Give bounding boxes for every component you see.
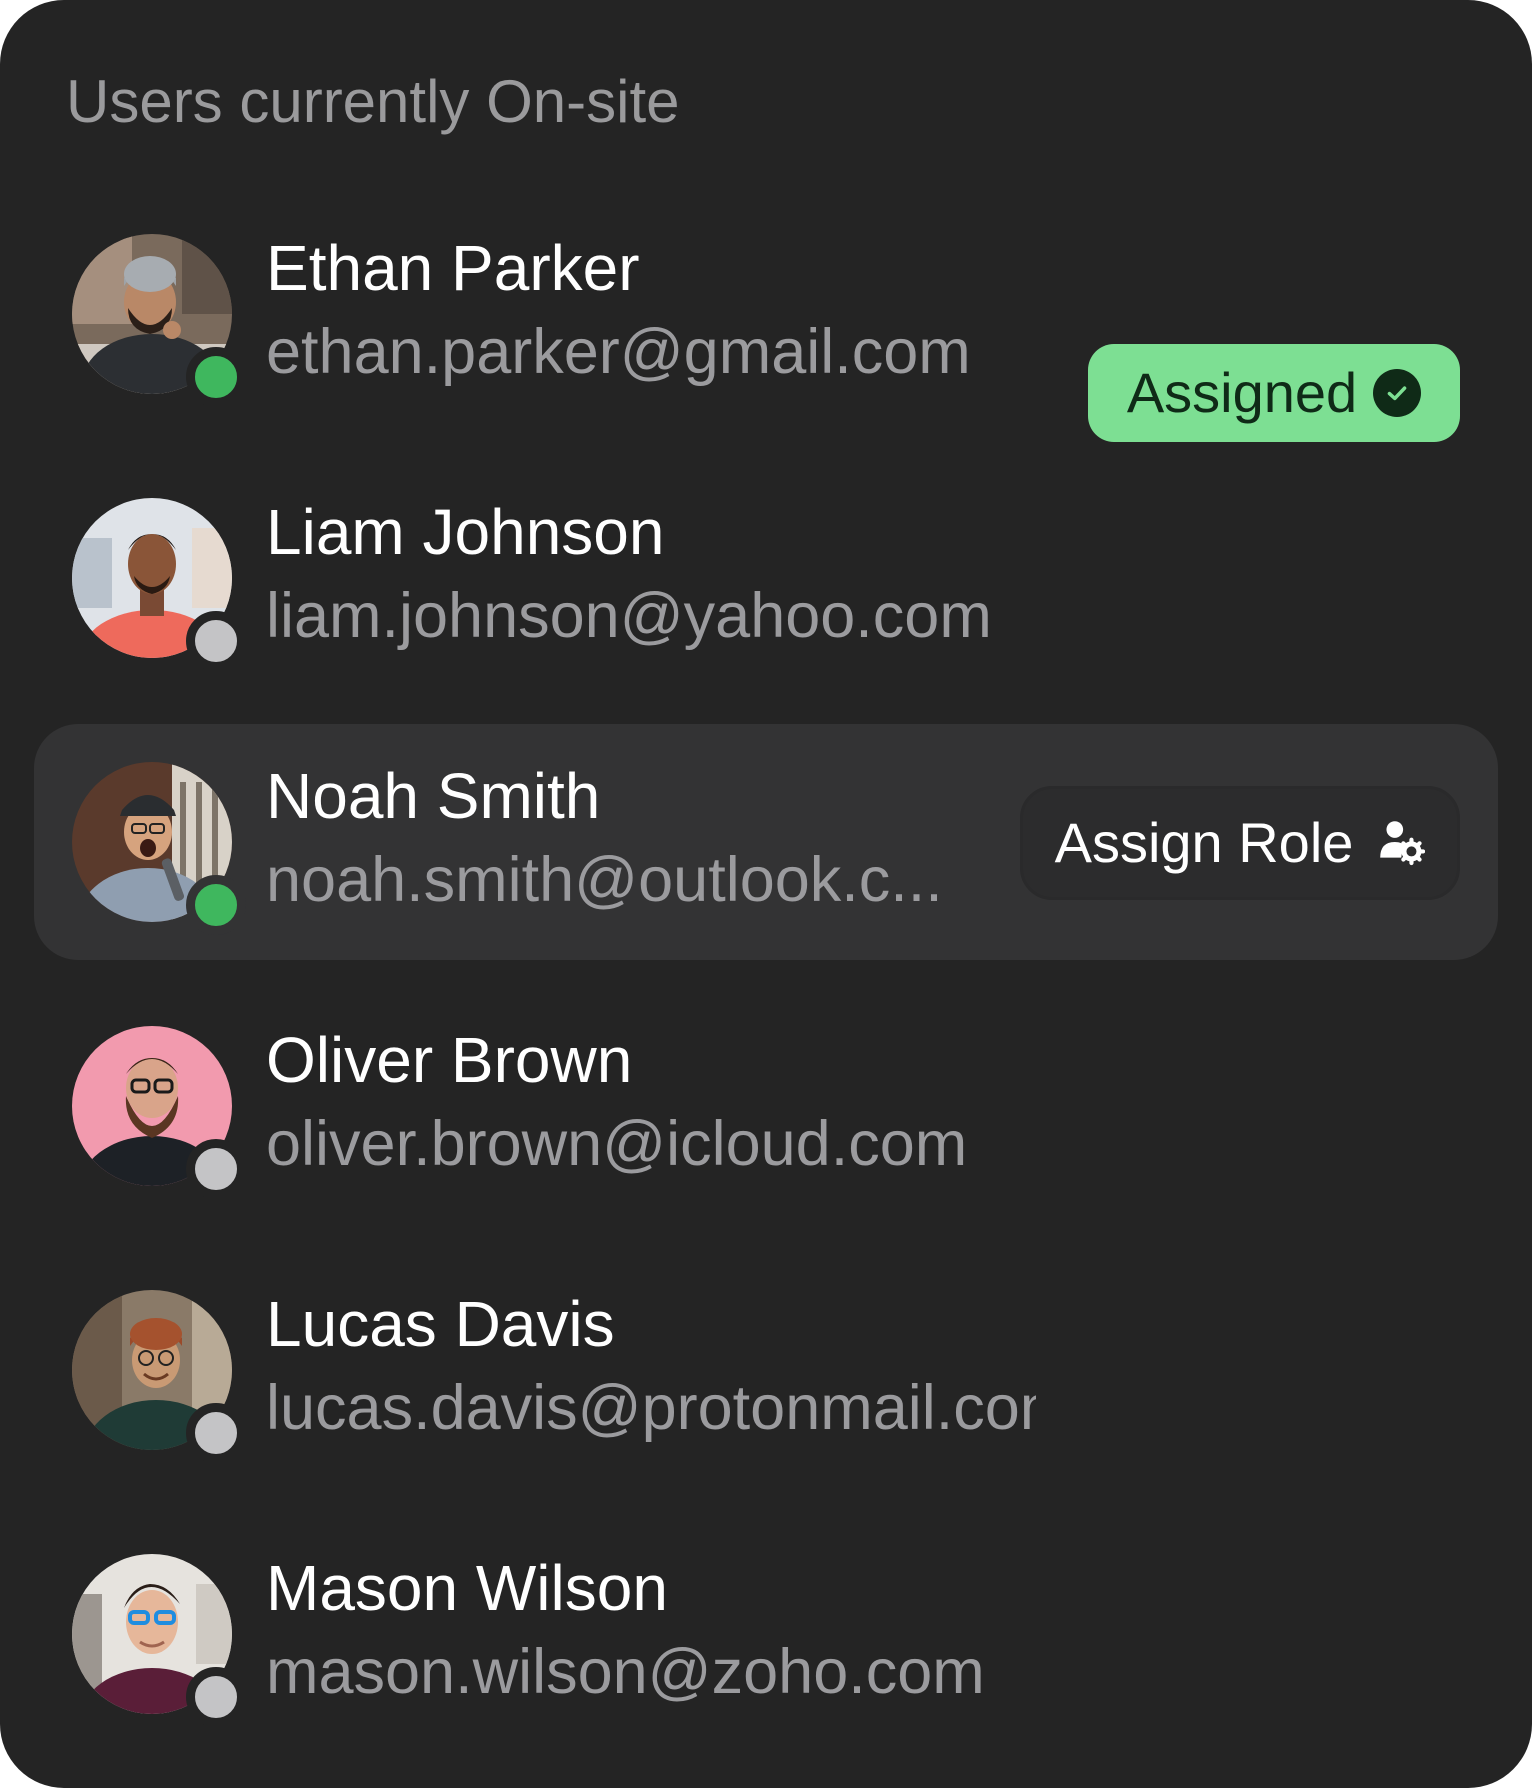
- user-name: Mason Wilson: [266, 1552, 668, 1624]
- user-name: Ethan Parker: [266, 232, 640, 304]
- user-row-ethan-parker[interactable]: Ethan Parker ethan.parker@gmail.com Assi…: [34, 196, 1498, 442]
- status-dot-offline: [186, 1139, 246, 1199]
- check-circle-icon: [1373, 369, 1422, 417]
- avatar-container: [72, 498, 246, 671]
- status-dot-offline: [186, 1667, 246, 1727]
- user-email: mason.wilson@zoho.com: [266, 1637, 985, 1707]
- status-dot-offline: [186, 611, 246, 671]
- user-row-noah-smith[interactable]: Noah Smith noah.smith@outlook.c... Assig…: [34, 724, 1498, 960]
- assigned-badge[interactable]: Assigned: [1088, 344, 1460, 442]
- panel-title: Users currently On-site: [66, 68, 680, 135]
- status-dot-online: [186, 347, 246, 407]
- user-email: ethan.parker@gmail.com: [266, 317, 971, 387]
- user-name: Noah Smith: [266, 760, 601, 832]
- user-email: lucas.davis@protonmail.com: [266, 1373, 1036, 1443]
- user-name: Oliver Brown: [266, 1024, 633, 1096]
- assigned-badge-label: Assigned: [1126, 361, 1358, 424]
- user-name: Liam Johnson: [266, 496, 665, 568]
- avatar-container: [72, 234, 246, 407]
- user-row-liam-johnson[interactable]: Liam Johnson liam.johnson@yahoo.com: [34, 460, 1498, 696]
- status-dot-online: [186, 875, 246, 935]
- user-row-oliver-brown[interactable]: Oliver Brown oliver.brown@icloud.com: [34, 988, 1498, 1224]
- avatar-container: [72, 1554, 246, 1727]
- user-name: Lucas Davis: [266, 1288, 615, 1360]
- user-row-mason-wilson[interactable]: Mason Wilson mason.wilson@zoho.com: [34, 1516, 1498, 1752]
- user-email: oliver.brown@icloud.com: [266, 1109, 968, 1179]
- users-on-site-panel: Users currently On-site Ethan Parker eth…: [0, 0, 1532, 1788]
- assign-role-button-label: Assign Role: [1054, 811, 1354, 874]
- assign-role-button[interactable]: Assign Role: [1020, 786, 1460, 900]
- avatar-container: [72, 762, 246, 935]
- user-gear-icon: [1375, 816, 1426, 871]
- status-dot-offline: [186, 1403, 246, 1463]
- user-email: liam.johnson@yahoo.com: [266, 581, 992, 651]
- user-email: noah.smith@outlook.c...: [266, 845, 943, 915]
- avatar-container: [72, 1290, 246, 1463]
- user-row-lucas-davis[interactable]: Lucas Davis lucas.davis@protonmail.com: [34, 1252, 1498, 1488]
- avatar-container: [72, 1026, 246, 1199]
